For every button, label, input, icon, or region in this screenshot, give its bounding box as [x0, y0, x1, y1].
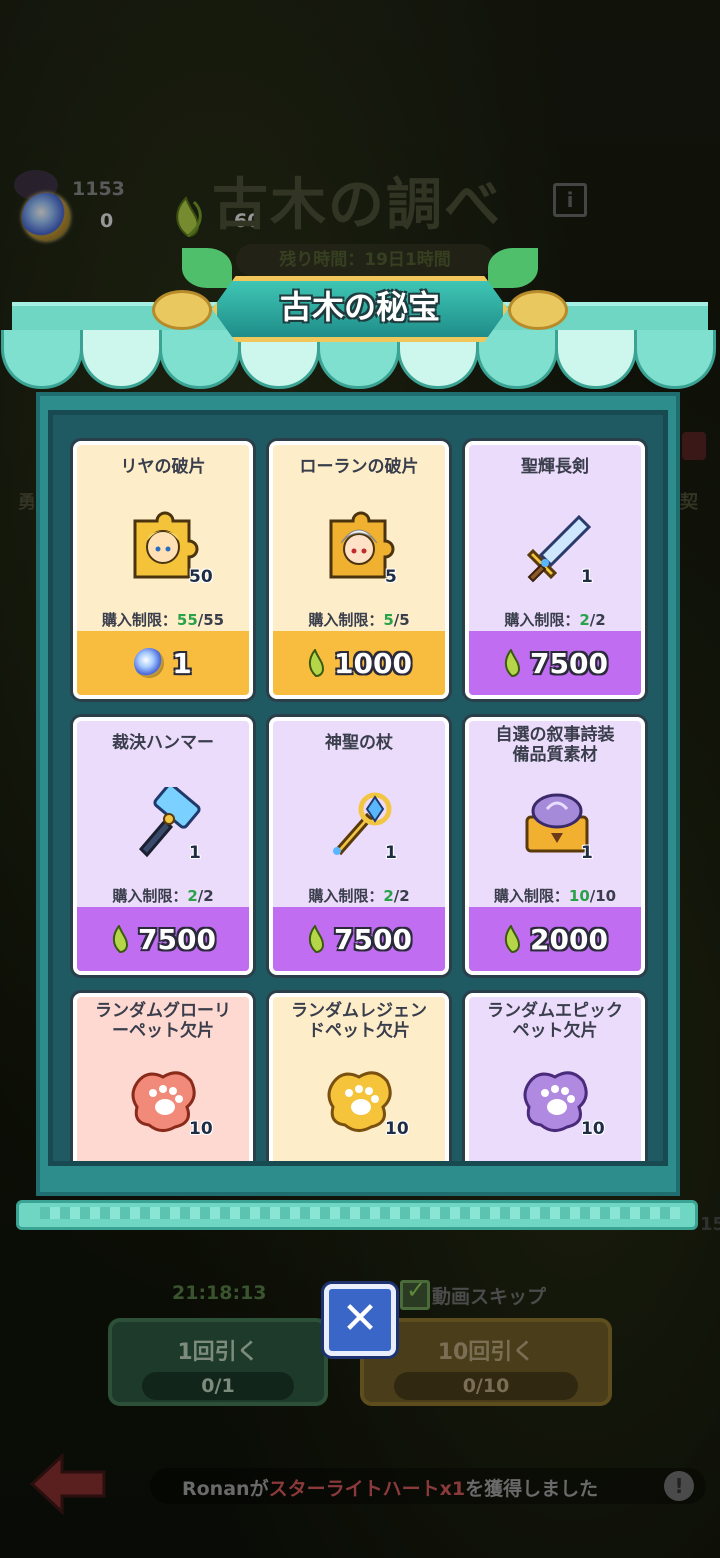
purchase-limit: 購入制限：2/2	[504, 611, 606, 629]
item-name: 裁決ハンマー	[112, 733, 214, 753]
shop-item-card[interactable]: 神聖の杖 1 購入制限：2/2 7500	[269, 717, 449, 975]
leaf-icon	[504, 925, 521, 953]
pull-ten-button[interactable]: 10回引く 0/10	[360, 1318, 612, 1406]
purchase-limit: 購入制限：10/10	[493, 887, 617, 905]
leaf-icon	[308, 925, 325, 953]
item-name: ランダムレジェン ドペット欠片	[291, 1001, 427, 1041]
item-name: 聖輝長剣	[521, 457, 589, 477]
item-name: ランダムグローリ ーペット欠片	[95, 1001, 231, 1041]
skip-video-label: 動画スキップ	[432, 1286, 547, 1308]
announcement-text: Ronanがスターライトハートx1を獲得しました	[182, 1478, 599, 1500]
item-qty: 10	[189, 1119, 213, 1139]
shop-title: 古木の秘宝	[279, 288, 440, 326]
item-qty: 1	[581, 843, 593, 863]
leaf-icon	[504, 649, 521, 677]
gem-icon	[134, 648, 165, 678]
shop-bottom-trim	[40, 1207, 680, 1219]
buy-button[interactable]: 7500	[469, 631, 641, 695]
purchase-limit: 購入制限：55/55	[101, 611, 225, 629]
item-name: 自選の叙事詩装 備品質素材	[495, 725, 615, 765]
item-name: ランダムエピック ペット欠片	[487, 1001, 623, 1041]
shop-item-card[interactable]: 裁決ハンマー 1 購入制限：2/2 7500	[73, 717, 253, 975]
exclamation-icon[interactable]: !	[664, 1471, 694, 1501]
item-qty: 10	[581, 1119, 605, 1139]
item-qty: 5	[385, 567, 397, 587]
check-icon: ✓	[406, 1276, 427, 1304]
item-qty: 10	[385, 1119, 409, 1139]
buy-button[interactable]: 1000	[273, 631, 445, 695]
shop-item-card[interactable]: ランダムグローリ ーペット欠片 10	[73, 993, 253, 1161]
buy-button[interactable]: 7500	[77, 907, 249, 971]
shop-item-card[interactable]: リヤの破片 50 購入制限：55/55 1	[73, 441, 253, 699]
purchase-limit: 購入制限：2/2	[112, 887, 214, 905]
buy-button[interactable]: 2000	[469, 907, 641, 971]
buy-button[interactable]: 7500	[273, 907, 445, 971]
item-qty: 1	[385, 843, 397, 863]
shop-banner: 古木の秘宝	[152, 248, 568, 352]
item-name: 神聖の杖	[325, 733, 393, 753]
item-name: リヤの破片	[120, 457, 206, 477]
buy-button[interactable]: 1	[77, 631, 249, 695]
leaf-icon	[112, 925, 129, 953]
pull-once-button[interactable]: 1回引く 0/1	[108, 1318, 328, 1406]
shop-item-card[interactable]: ランダムエピック ペット欠片 10	[465, 993, 645, 1161]
item-name: ローランの破片	[299, 457, 419, 477]
leaf-icon	[308, 649, 325, 677]
item-qty: 1	[581, 567, 593, 587]
shop-item-card[interactable]: ローランの破片 5 購入制限：5/5 1000	[269, 441, 449, 699]
purchase-limit: 購入制限：5/5	[308, 611, 410, 629]
back-arrow-icon[interactable]	[28, 1452, 108, 1516]
shop-item-card[interactable]: 自選の叙事詩装 備品質素材 1 購入制限：10/10 2000	[465, 717, 645, 975]
item-qty: 1	[189, 843, 201, 863]
close-button[interactable]: ✕	[324, 1284, 396, 1356]
item-qty: 50	[189, 567, 213, 587]
purchase-limit: 購入制限：2/2	[308, 887, 410, 905]
shop-grid[interactable]: リヤの破片 50 購入制限：55/55 1 ローランの破片 5 購入制限：5/5	[48, 410, 668, 1166]
shop-item-card[interactable]: 聖輝長剣 1 購入制限：2/2 7500	[465, 441, 645, 699]
gacha-timer: 21:18:13	[172, 1282, 267, 1304]
shop-item-card[interactable]: ランダムレジェン ドペット欠片 10	[269, 993, 449, 1161]
